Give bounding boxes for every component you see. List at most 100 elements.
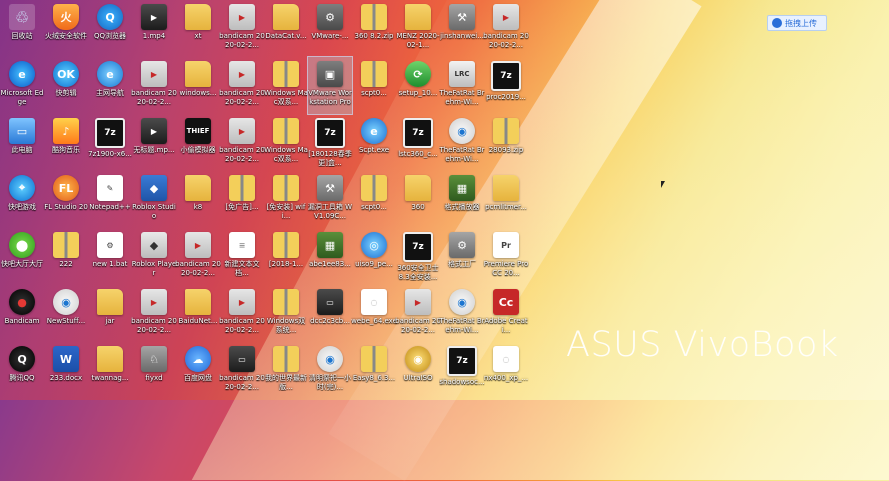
desktop-icon[interactable]: e Microsoft Edge <box>0 57 44 114</box>
desktop-icon[interactable]: 7z proc2019... <box>484 57 528 114</box>
desktop-icon[interactable]: ▭ 此电脑 <box>0 114 44 171</box>
desktop-icon[interactable]: Pr Premiere Pro CC 20... <box>484 228 528 285</box>
desktop-icon-label: VMware-... <box>311 32 349 40</box>
desktop-icon[interactable]: ● Bandicam <box>0 285 44 342</box>
desktop-icon[interactable]: ⟳ setup_10... <box>396 57 440 114</box>
desktop-icon-label: 格式播放器 <box>444 203 480 211</box>
desktop-icon-label: Windows Mac双系... <box>264 146 308 163</box>
desktop-icon[interactable]: ▶ bandicam 2020-02-2... <box>219 0 265 57</box>
desktop-icon[interactable]: ▦ abe1ee83... <box>308 228 352 285</box>
desktop-icon[interactable]: THIEF 小偷模拟器 <box>176 114 220 171</box>
desktop-icon[interactable]: ▶ bandicam 2020-02-2... <box>131 57 177 114</box>
desktop-icon[interactable]: ☁ 百度网盘 <box>176 342 220 399</box>
desktop-icon-grid: ♲ 回收站 火火绒安全软件 Q QQ浏览器 ▶ 1.mp4 xt ▶ bandicam 2020-… <box>0 0 529 399</box>
desktop-icon[interactable]: 我的世界最新版... <box>264 342 308 399</box>
desktop-icon[interactable]: FL FL Studio 20 <box>44 171 88 228</box>
desktop-icon[interactable]: ◌ nx400_xp_... <box>484 342 528 399</box>
desktop-icon[interactable]: ⚒ jinshanwei... <box>440 0 484 57</box>
zip-file-icon <box>229 175 255 201</box>
word-doc-icon: W <box>53 346 79 372</box>
desktop-icon[interactable]: ♲ 回收站 <box>0 0 44 57</box>
desktop-icon[interactable]: ▶ bandicam 2020-02-2... <box>175 228 221 285</box>
desktop-icon[interactable]: ♪ 酷狗音乐 <box>44 114 88 171</box>
desktop-icon[interactable]: ≡ 新建文本文档... <box>220 228 264 285</box>
desktop-icon[interactable]: [免广告]... <box>220 171 264 228</box>
desktop-icon-label: 快剪辑 <box>55 89 77 97</box>
desktop-icon[interactable]: ▶ bandicam 2020-02-2... <box>219 285 265 342</box>
desktop-icon[interactable]: Easy8_6.3... <box>352 342 396 399</box>
desktop-icon[interactable]: 7z [180128春季 更]盒... <box>308 114 352 171</box>
desktop-icon[interactable]: ▶ bandicam 2020-02-2... <box>483 0 529 57</box>
desktop-icon[interactable]: 360 <box>396 171 440 228</box>
desktop-icon[interactable]: pcmlitmer... <box>484 171 528 228</box>
desktop-icon[interactable]: ⚙ new 1.bat <box>88 228 132 285</box>
desktop-icon[interactable]: twannag... <box>88 342 132 399</box>
desktop-icon[interactable]: 火火绒安全软件 <box>44 0 88 57</box>
desktop-icon[interactable]: ⚙ VMware-... <box>308 0 352 57</box>
desktop-icon[interactable]: W 233.docx <box>44 342 88 399</box>
desktop-icon[interactable]: [2018-1... <box>264 228 308 285</box>
desktop-icon[interactable]: ▶ bandicam 2020-02-2... <box>131 285 177 342</box>
desktop-icon[interactable]: ▶ bandicam 2020-02-2... <box>395 285 441 342</box>
desktop-icon[interactable]: MENZ 2020-02-1... <box>396 0 440 57</box>
desktop-icon[interactable]: 222 <box>44 228 88 285</box>
desktop-icon-label: 360 <box>411 203 425 211</box>
desktop-icon[interactable]: ◆ Roblox Studio <box>132 171 176 228</box>
desktop-icon[interactable]: ▭ dcc2c3cb... <box>308 285 352 342</box>
desktop-icon[interactable]: ▶ 1.mp4 <box>132 0 176 57</box>
desktop-icon-label: 此电脑 <box>11 146 33 154</box>
desktop-icon[interactable]: Q QQ浏览器 <box>88 0 132 57</box>
desktop-icon[interactable]: ✎ Notepad++ <box>88 171 132 228</box>
desktop-icon[interactable]: 7z shadowsoc... <box>439 342 485 399</box>
desktop-icon-label: FL Studio 20 <box>44 203 88 211</box>
qq-browser-icon: Q <box>97 4 123 30</box>
desktop-icon[interactable]: 360 8.2.zip <box>352 0 396 57</box>
desktop-icon[interactable]: scpt0... <box>352 171 396 228</box>
desktop-icon[interactable]: ◉ TheFatRat Brehm-Wi... <box>439 114 485 171</box>
folder-icon <box>493 175 519 201</box>
cloud-upload-button[interactable]: 拖拽上传 <box>767 15 827 31</box>
desktop-icon[interactable]: 28093.zip <box>484 114 528 171</box>
desktop-icon[interactable]: ▶ bandicam 2020-02-2... <box>219 114 265 171</box>
desktop-icon[interactable]: Windows双 系统... <box>264 285 308 342</box>
desktop-icon[interactable]: ◉ NewStuff... <box>44 285 88 342</box>
desktop-icon[interactable]: ▦ 格式播放器 <box>440 171 484 228</box>
desktop-icon[interactable]: ⌖ 快吧游戏 <box>0 171 44 228</box>
desktop-icon[interactable]: jar <box>88 285 132 342</box>
desktop-icon[interactable]: ⚒ 漏洞工具箱 WV1.09C... <box>308 171 352 228</box>
desktop-icon[interactable]: LRC TheFatRat Brehm-Wi... <box>439 57 485 114</box>
desktop-icon[interactable]: ◎ uiso9_pe... <box>352 228 396 285</box>
desktop-icon[interactable]: ◉ UltraISO <box>396 342 440 399</box>
desktop-icon[interactable]: scpt0... <box>352 57 396 114</box>
desktop-icon[interactable]: 7z lstc360_c... <box>396 114 440 171</box>
desktop-icon[interactable]: ◌ webe_64.exe <box>351 285 397 342</box>
desktop-icon[interactable]: k8 <box>176 171 220 228</box>
desktop-icon[interactable]: Q 腾讯QQ <box>0 342 44 399</box>
ultraiso-icon: ◉ <box>405 346 431 372</box>
desktop-icon[interactable]: OK 快剪辑 <box>44 57 88 114</box>
game-icon: ♘ <box>141 346 167 372</box>
desktop-icon[interactable]: ▶ 无标题.mp... <box>132 114 176 171</box>
desktop-icon-label: lstc360_c... <box>398 150 438 158</box>
desktop-icon[interactable]: ♘ fiyxd <box>132 342 176 399</box>
desktop-icon[interactable]: e Scpt.exe <box>352 114 396 171</box>
desktop-icon[interactable]: DataCat.v... <box>264 0 308 57</box>
desktop-icon[interactable]: ⚙ 格式工厂 <box>440 228 484 285</box>
desktop-icon[interactable]: ⬤ 快吧大厅大厅 <box>0 228 44 285</box>
desktop-icon[interactable]: Cc Adobe Creati... <box>484 285 528 342</box>
desktop-icon[interactable]: ▣ VMware Workstation Pro <box>307 56 353 115</box>
desktop-icon[interactable]: e 主网导航 <box>88 57 132 114</box>
desktop-icon[interactable]: ▭ bandicam 2020-02-2... <box>219 342 265 399</box>
desktop-icon[interactable]: ◉ 清明祭祀一小 时(完)... <box>308 342 352 399</box>
desktop-icon[interactable]: ◉ TheFatRat Brehm-Wi... <box>439 285 485 342</box>
desktop-icon[interactable]: windows... <box>176 57 220 114</box>
desktop-icon[interactable]: ◆ Roblox Player <box>132 228 176 285</box>
desktop-icon[interactable]: 7z 7z1900-x6... <box>88 114 132 171</box>
desktop-icon[interactable]: 7z 360安全卫士 8.3全安装... <box>396 228 440 285</box>
desktop-icon[interactable]: BaiduNet... <box>176 285 220 342</box>
desktop-icon[interactable]: xt <box>176 0 220 57</box>
desktop-icon[interactable]: Windows Mac双系... <box>264 57 308 114</box>
desktop-icon[interactable]: [免安装] wifi... <box>264 171 308 228</box>
desktop-icon[interactable]: Windows Mac双系... <box>264 114 308 171</box>
desktop-icon[interactable]: ▶ bandicam 2020-02-2... <box>219 57 265 114</box>
